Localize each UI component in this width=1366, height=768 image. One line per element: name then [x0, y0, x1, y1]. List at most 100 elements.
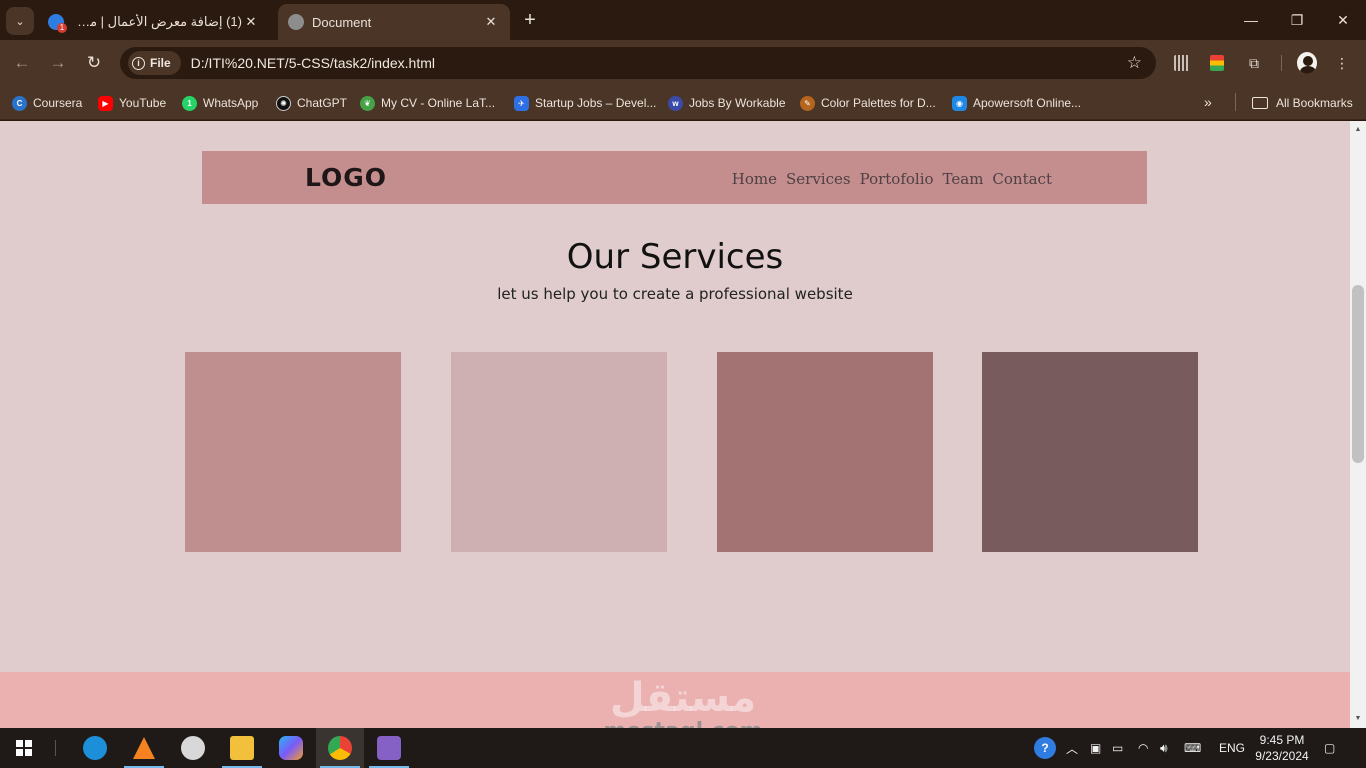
- bookmarks-divider: [1235, 93, 1236, 111]
- whatsapp-icon: 1: [182, 95, 197, 111]
- tab-close-icon[interactable]: ✕: [482, 14, 500, 30]
- overleaf-icon: ❦: [360, 95, 375, 111]
- all-bookmarks-button[interactable]: All Bookmarks: [1252, 92, 1353, 114]
- services-subheading: let us help you to create a professional…: [497, 285, 853, 303]
- page-viewport: LOGO Home Services Portofolio Team Conta…: [0, 121, 1350, 728]
- service-card-4: [982, 352, 1198, 552]
- back-arrow-icon[interactable]: ←: [10, 51, 34, 75]
- tab-search-button[interactable]: ⌄: [6, 7, 34, 35]
- scroll-down-arrow-icon[interactable]: ▼: [1350, 712, 1366, 726]
- nav-link-home[interactable]: Home: [732, 170, 777, 188]
- stack-extension-icon[interactable]: [1207, 53, 1227, 73]
- toolbar-divider: [1281, 55, 1282, 71]
- bookmark-youtube[interactable]: ▶ YouTube: [98, 92, 166, 114]
- startup-jobs-icon: ✈: [514, 95, 529, 111]
- profile-avatar[interactable]: [1297, 52, 1317, 74]
- address-bar[interactable]: i File D:/ITI%20.NET/5-CSS/task2/index.h…: [120, 47, 1156, 79]
- page-scrollbar[interactable]: ▲ ▼: [1350, 121, 1366, 728]
- bookmark-label: WhatsApp: [203, 96, 259, 110]
- bookmark-coursera[interactable]: C Coursera: [12, 92, 82, 114]
- windows-start-icon[interactable]: [16, 740, 32, 756]
- tab-document[interactable]: Document ✕: [278, 4, 510, 40]
- language-indicator[interactable]: ENG: [1219, 728, 1245, 768]
- all-bookmarks-label: All Bookmarks: [1276, 96, 1353, 110]
- bookmark-label: Color Palettes for D...: [821, 96, 936, 110]
- color-palettes-icon: ✎: [800, 95, 815, 111]
- bookmark-star-icon[interactable]: ☆: [1127, 53, 1142, 73]
- notifications-icon[interactable]: ▢: [1324, 728, 1335, 768]
- bookmark-apowersoft[interactable]: ◉ Apowersoft Online...: [952, 92, 1081, 114]
- nav-link-portofolio[interactable]: Portofolio: [860, 170, 934, 188]
- close-window-button[interactable]: ✕: [1320, 0, 1366, 40]
- edge-icon[interactable]: [71, 728, 119, 768]
- paint-icon[interactable]: [169, 728, 217, 768]
- qr-extension-icon[interactable]: [1172, 53, 1192, 73]
- site-logo[interactable]: LOGO: [305, 163, 387, 192]
- bookmark-whatsapp[interactable]: 1 WhatsApp: [182, 92, 258, 114]
- youtube-icon: ▶: [98, 95, 113, 111]
- reload-icon[interactable]: ↻: [82, 51, 106, 75]
- browser-toolbar: ← → ↻ i File D:/ITI%20.NET/5-CSS/task2/i…: [0, 40, 1366, 86]
- bookmark-label: Jobs By Workable: [689, 96, 786, 110]
- bookmark-overleaf[interactable]: ❦ My CV - Online LaT...: [360, 92, 495, 114]
- nav-link-team[interactable]: Team: [943, 170, 984, 188]
- url-text[interactable]: D:/ITI%20.NET/5-CSS/task2/index.html: [191, 55, 435, 71]
- extensions-puzzle-icon[interactable]: ⧉: [1244, 53, 1264, 73]
- tab-mostaql[interactable]: (1) إضافة معرض الأعمال | مستقل ✕: [38, 4, 270, 40]
- tab-title: (1) إضافة معرض الأعمال | مستقل: [72, 14, 242, 29]
- mostaql-favicon-icon: [48, 14, 67, 33]
- scroll-up-arrow-icon[interactable]: ▲: [1350, 123, 1366, 137]
- nav-link-services[interactable]: Services: [786, 170, 851, 188]
- service-card-2: [451, 352, 667, 552]
- chatgpt-icon: ✺: [276, 95, 291, 111]
- taskbar-clock[interactable]: 9:45 PM 9/23/2024: [1252, 732, 1312, 764]
- vlc-icon[interactable]: [120, 728, 168, 768]
- bookmark-label: ChatGPT: [297, 96, 348, 110]
- tray-chevron-up-icon[interactable]: ︿: [1066, 728, 1078, 768]
- chrome-icon[interactable]: [316, 728, 364, 768]
- apowersoft-icon: ◉: [952, 95, 967, 111]
- bookmark-label: My CV - Online LaT...: [381, 96, 496, 110]
- coursera-icon: C: [12, 95, 27, 111]
- tab-strip: ⌄ (1) إضافة معرض الأعمال | مستقل ✕ Docum…: [0, 0, 1366, 40]
- taskbar-divider: [55, 740, 56, 756]
- tab-title: Document: [312, 14, 372, 30]
- volume-icon[interactable]: 🔊︎: [1160, 728, 1168, 768]
- help-icon[interactable]: ?: [1034, 728, 1056, 768]
- bookmark-workable[interactable]: w Jobs By Workable: [668, 92, 786, 114]
- file-explorer-icon[interactable]: [218, 728, 266, 768]
- footer-section: [0, 672, 1350, 728]
- tab-close-icon[interactable]: ✕: [242, 14, 260, 30]
- services-heading: Our Services: [566, 237, 784, 277]
- workable-icon: w: [668, 95, 683, 111]
- site-header: LOGO Home Services Portofolio Team Conta…: [202, 151, 1147, 204]
- windows-taskbar: ? ︿ ▣ ▭ ◠ 🔊︎ ⌨ ENG 9:45 PM 9/23/2024 ▢: [0, 728, 1366, 768]
- bookmarks-overflow-button[interactable]: »: [1204, 94, 1212, 110]
- scheme-label: File: [150, 56, 171, 70]
- copilot-icon[interactable]: [267, 728, 315, 768]
- bookmark-color-palettes[interactable]: ✎ Color Palettes for D...: [800, 92, 936, 114]
- clock-date: 9/23/2024: [1255, 749, 1309, 763]
- minimize-button[interactable]: —: [1228, 0, 1274, 40]
- info-icon: i: [132, 56, 145, 70]
- meet-now-icon[interactable]: ▣: [1090, 728, 1101, 768]
- bookmark-chatgpt[interactable]: ✺ ChatGPT: [276, 92, 347, 114]
- wifi-icon[interactable]: ◠: [1138, 728, 1148, 768]
- keyboard-icon[interactable]: ⌨: [1184, 728, 1201, 768]
- more-menu-icon[interactable]: ⋮: [1332, 53, 1352, 73]
- bookmark-startup-jobs[interactable]: ✈ Startup Jobs – Devel...: [514, 92, 656, 114]
- site-info-chip[interactable]: i File: [128, 51, 181, 75]
- forward-arrow-icon[interactable]: →: [46, 51, 70, 75]
- battery-icon[interactable]: ▭: [1112, 728, 1123, 768]
- clock-time: 9:45 PM: [1259, 733, 1305, 747]
- new-tab-button[interactable]: +: [518, 8, 542, 32]
- scrollbar-thumb[interactable]: [1352, 285, 1364, 463]
- visual-studio-icon[interactable]: [365, 728, 413, 768]
- bookmark-label: YouTube: [119, 96, 167, 110]
- nav-link-contact[interactable]: Contact: [992, 170, 1052, 188]
- folder-icon: [1252, 97, 1268, 109]
- restore-button[interactable]: ❐: [1274, 0, 1320, 40]
- bookmark-label: Startup Jobs – Devel...: [535, 96, 657, 110]
- service-card-3: [717, 352, 933, 552]
- bookmark-label: Apowersoft Online...: [973, 96, 1082, 110]
